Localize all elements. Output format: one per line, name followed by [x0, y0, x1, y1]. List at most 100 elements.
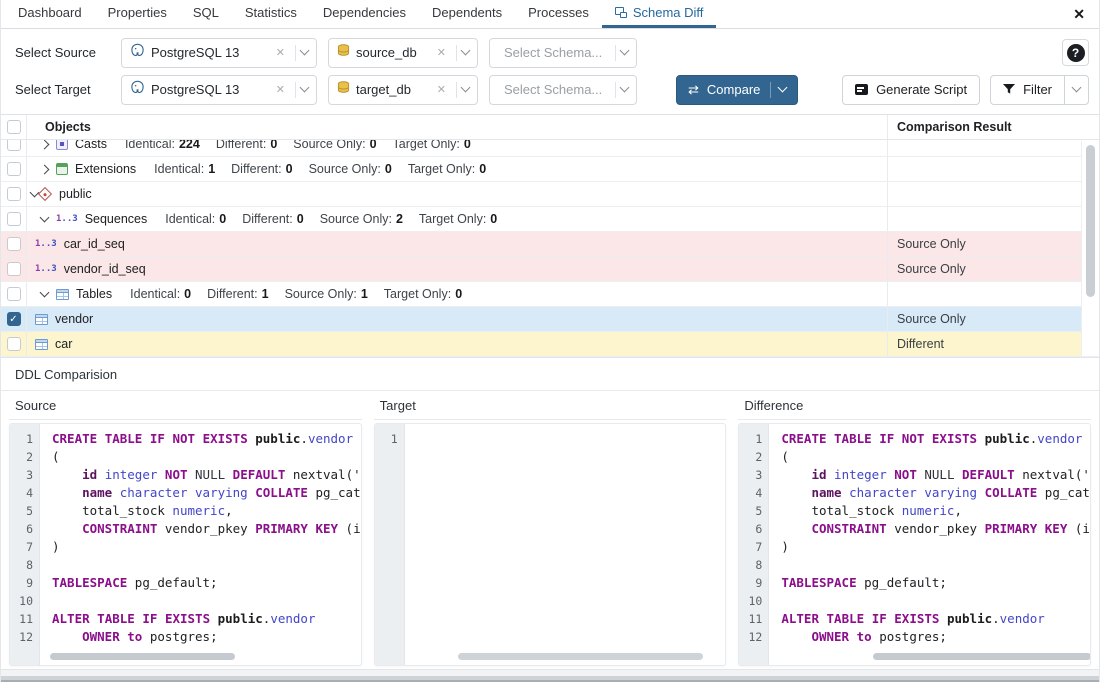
sql-token: [142, 431, 150, 446]
ddl-editor-source[interactable]: 123456789101112CREATE TABLE IF NOT EXIST…: [9, 423, 362, 666]
code-line: ALTER TABLE IF EXISTS public.vendor: [781, 610, 1090, 628]
chevron-down-icon[interactable]: [300, 46, 310, 56]
comparison-result-cell: Source Only: [887, 257, 1081, 281]
line-number: 9: [10, 574, 39, 592]
source-database-select[interactable]: source_db ✕: [328, 38, 478, 68]
code-line: [781, 556, 1090, 574]
database-icon: [337, 44, 350, 62]
count-value: 1: [262, 287, 269, 301]
target-schema-select[interactable]: Select Schema...: [489, 75, 637, 105]
target-database-select[interactable]: target_db ✕: [328, 75, 478, 105]
schema-icon: [38, 187, 52, 201]
bottom-scrollbar-strip[interactable]: [1, 669, 1099, 682]
tab-sql[interactable]: SQL: [180, 0, 232, 28]
sql-token: postgres;: [142, 629, 217, 644]
count-value: 0: [184, 287, 191, 301]
clear-icon[interactable]: ✕: [276, 83, 285, 96]
chevron-right-icon[interactable]: [40, 164, 50, 174]
clear-icon[interactable]: ✕: [437, 46, 446, 59]
clear-icon[interactable]: ✕: [437, 83, 446, 96]
chevron-down-icon[interactable]: [461, 83, 471, 93]
row-checkbox[interactable]: [7, 187, 21, 201]
tab-dependents[interactable]: Dependents: [419, 0, 515, 28]
horizontal-scrollbar-thumb[interactable]: [458, 653, 703, 660]
compare-dropdown-chevron-icon[interactable]: [778, 83, 788, 93]
horizontal-scrollbar-thumb[interactable]: [50, 653, 235, 660]
tab-dependencies[interactable]: Dependencies: [310, 0, 419, 28]
table-row-extensions[interactable]: ExtensionsIdentical:1Different:0Source O…: [1, 157, 1099, 182]
count-value: 0: [297, 212, 304, 226]
sql-token: CREATE: [52, 431, 97, 446]
count-value: 224: [179, 140, 200, 151]
compare-button[interactable]: ⇄ Compare: [676, 75, 798, 105]
table-row-car[interactable]: carDifferent: [1, 332, 1099, 357]
row-checkbox[interactable]: ✓: [7, 312, 21, 326]
table-row-sequences[interactable]: 1..3SequencesIdentical:0Different:0Sourc…: [1, 207, 1099, 232]
help-button[interactable]: ?: [1062, 39, 1089, 66]
count-value: 0: [479, 162, 486, 176]
sql-token: (i: [338, 521, 361, 536]
row-checkbox[interactable]: [7, 337, 21, 351]
sql-token: [864, 611, 872, 626]
filter-dropdown-toggle[interactable]: [1064, 76, 1088, 104]
clear-icon[interactable]: ✕: [276, 46, 285, 59]
select-all-checkbox[interactable]: [7, 120, 21, 134]
chevron-down-icon[interactable]: [620, 46, 630, 56]
row-checkbox[interactable]: [7, 140, 21, 151]
sql-token: vendor_pkey: [157, 521, 255, 536]
source-server-select[interactable]: PostgreSQL 13 ✕: [121, 38, 317, 68]
chevron-down-icon[interactable]: [40, 288, 50, 298]
row-checkbox[interactable]: [7, 262, 21, 276]
count-label: Source Only:: [285, 287, 357, 301]
icon-part: ..3: [40, 239, 56, 249]
icon-part: [620, 12, 627, 18]
sql-token: pg_default;: [857, 575, 947, 590]
ddl-editor-target[interactable]: 1: [374, 423, 727, 666]
row-checkbox[interactable]: [7, 162, 21, 176]
tab-label: Dashboard: [18, 5, 82, 20]
sql-token: pg_cat: [308, 485, 361, 500]
chevron-down-icon[interactable]: [461, 46, 471, 56]
sql-token: [52, 485, 82, 500]
chevron-down-icon[interactable]: [300, 83, 310, 93]
table-row-car-id-seq[interactable]: 1..3car_id_seqSource Only: [1, 232, 1099, 257]
row-checkbox[interactable]: [7, 212, 21, 226]
tab-properties[interactable]: Properties: [95, 0, 180, 28]
sql-token: vendor: [1000, 611, 1045, 626]
tab-processes[interactable]: Processes: [515, 0, 602, 28]
source-schema-select[interactable]: Select Schema...: [489, 38, 637, 68]
vertical-scrollbar[interactable]: [1081, 141, 1099, 356]
tab-schema-diff[interactable]: Schema Diff: [602, 0, 717, 28]
tab-bar: Dashboard PropertiesSQL Statistics Dependen…: [1, 0, 1099, 29]
chevron-down-icon[interactable]: [40, 213, 50, 223]
row-checkbox[interactable]: [7, 287, 21, 301]
generate-script-button[interactable]: Generate Script: [842, 75, 980, 105]
comparison-result-cell: [887, 182, 1081, 206]
tab-label: Statistics: [245, 5, 297, 20]
source-database-value: source_db: [356, 45, 426, 60]
table-row-casts[interactable]: CastsIdentical:224Different:0Source Only…: [1, 140, 1099, 157]
count-different: Different:0: [242, 212, 303, 226]
tab-label: Processes: [528, 5, 589, 20]
line-number: 3: [10, 466, 39, 484]
filter-button[interactable]: Filter: [991, 76, 1064, 104]
chevron-right-icon[interactable]: [40, 140, 50, 149]
vertical-scrollbar-thumb[interactable]: [1086, 145, 1095, 297]
table-row-tables[interactable]: TablesIdentical:0Different:1Source Only:…: [1, 282, 1099, 307]
sql-token: vendor: [1037, 431, 1082, 446]
ddl-editor-difference[interactable]: 123456789101112CREATE TABLE IF NOT EXIST…: [738, 423, 1091, 666]
chevron-down-icon[interactable]: [620, 83, 630, 93]
tab-statistics[interactable]: Statistics: [232, 0, 310, 28]
table-row-vendor-id-seq[interactable]: 1..3vendor_id_seqSource Only: [1, 257, 1099, 282]
row-checkbox[interactable]: [7, 237, 21, 251]
table-row-vendor[interactable]: ✓vendorSource Only: [1, 307, 1099, 332]
close-icon[interactable]: ✕: [1073, 7, 1085, 21]
line-number: 4: [10, 484, 39, 502]
table-row-public[interactable]: public: [1, 182, 1099, 207]
sql-token: .: [300, 431, 308, 446]
ddl-comparison-section: DDL Comparision Source123456789101112CRE…: [1, 357, 1099, 666]
horizontal-scrollbar-thumb[interactable]: [873, 653, 1091, 660]
target-server-select[interactable]: PostgreSQL 13 ✕: [121, 75, 317, 105]
ddl-comparison-title: DDL Comparision: [1, 358, 1099, 391]
tab-dashboard[interactable]: Dashboard: [5, 0, 95, 28]
